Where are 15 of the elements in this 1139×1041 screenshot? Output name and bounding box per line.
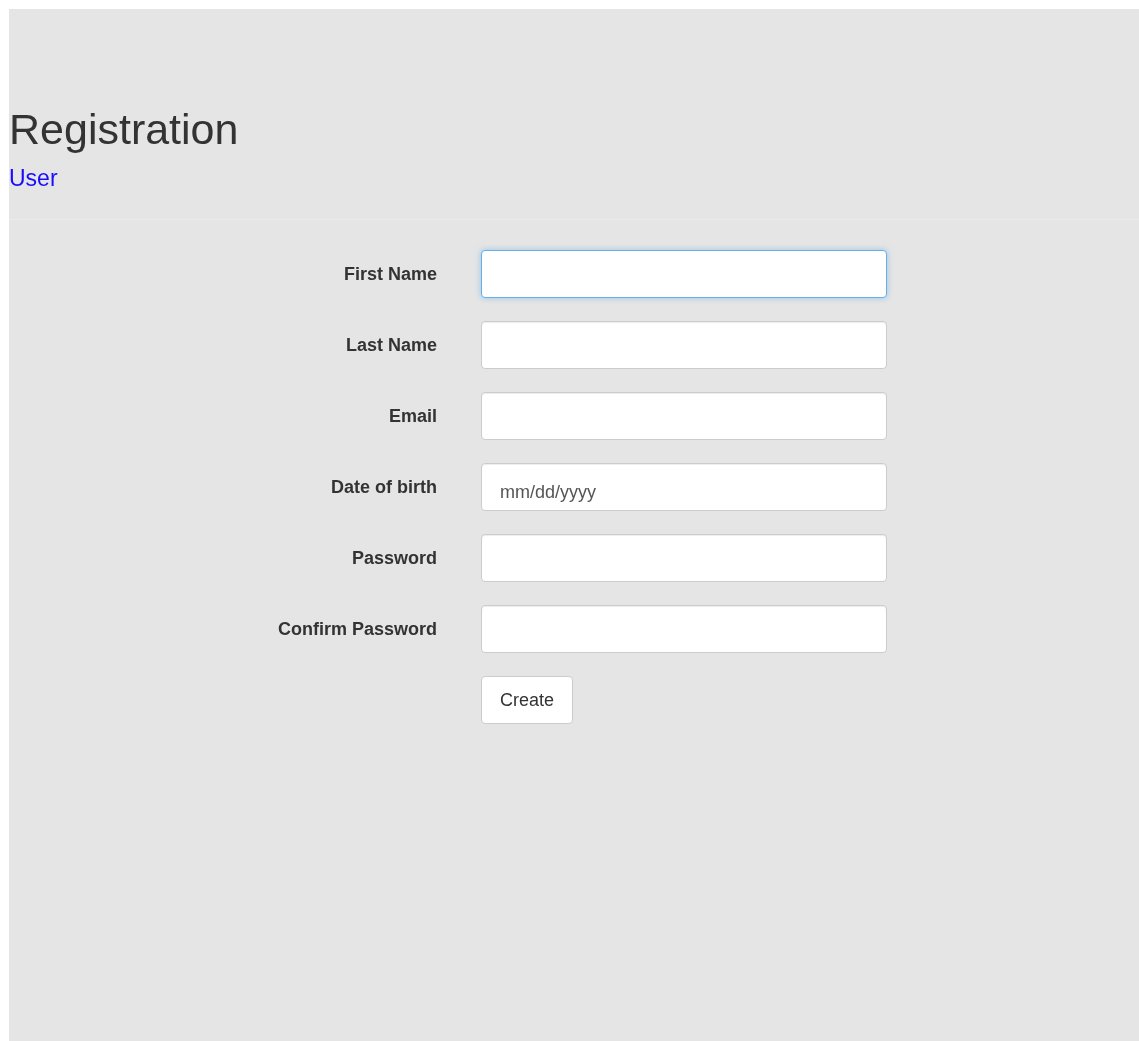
input-field[interactable] xyxy=(481,250,887,298)
input-field[interactable]: mm/dd/yyyy xyxy=(481,463,887,511)
user-link[interactable]: User xyxy=(9,165,58,191)
field-label: Last Name xyxy=(345,334,437,356)
field-label: Confirm Password xyxy=(277,618,437,640)
field-label: Email xyxy=(388,405,437,427)
input-field[interactable] xyxy=(481,605,887,653)
input-field[interactable] xyxy=(481,534,887,582)
field-label: Password xyxy=(351,547,437,569)
page-title: Registration xyxy=(9,105,240,153)
create-button[interactable]: Create xyxy=(481,676,574,724)
field-label: First Name xyxy=(343,263,437,285)
input-field[interactable] xyxy=(481,392,887,440)
input-field[interactable] xyxy=(481,321,887,369)
field-label: Date of birth xyxy=(331,476,437,498)
